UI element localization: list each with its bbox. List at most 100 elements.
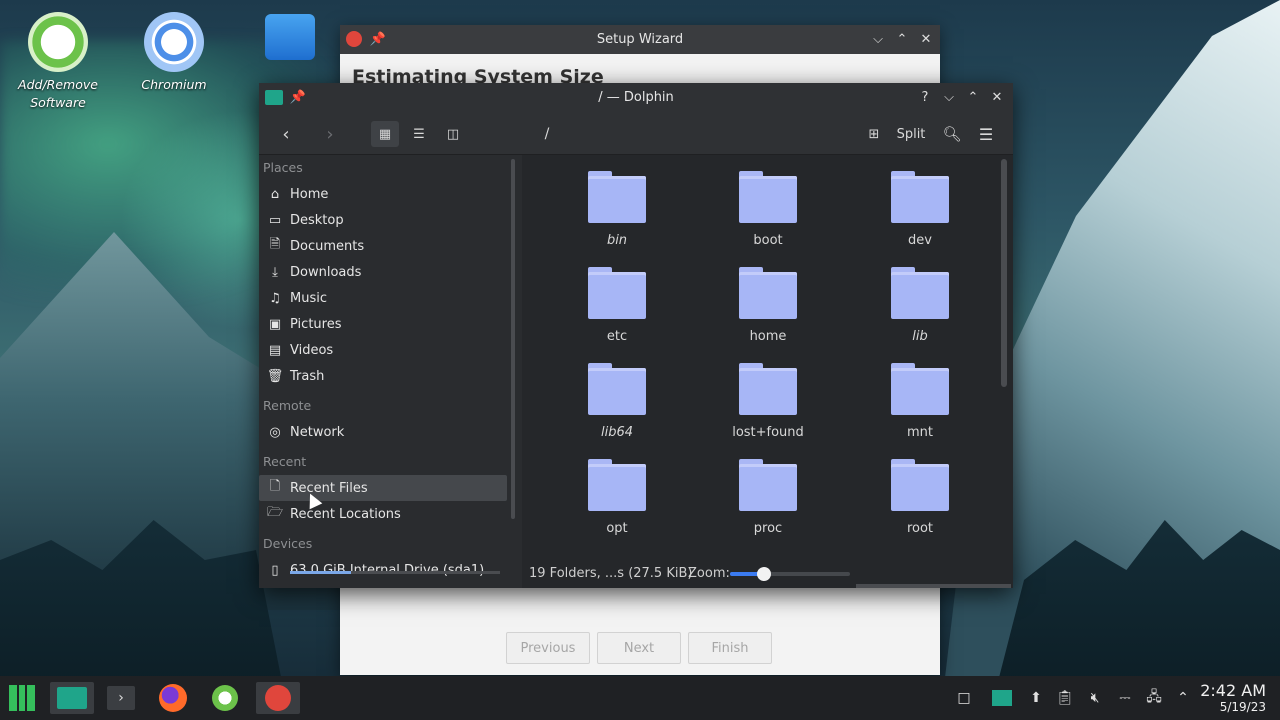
desktop-icon-add-remove-software[interactable]: Add/Remove Software — [8, 12, 108, 112]
folder-item[interactable]: proc — [708, 459, 828, 536]
dolphin-titlebar[interactable]: 📌 / — Dolphin ? ⌵ ⌃ ✕ — [259, 83, 1013, 112]
file-view-scrollbar[interactable] — [1001, 159, 1007, 387]
help-icon[interactable]: ? — [917, 89, 933, 105]
sidebar-item-trash[interactable]: 🗑︎ Trash — [259, 363, 507, 389]
next-button[interactable]: Next — [597, 632, 681, 664]
close-icon[interactable]: ✕ — [918, 31, 934, 47]
volume-muted-icon[interactable]: 🔇︎ — [1085, 688, 1105, 708]
home-icon: ⌂ — [270, 186, 280, 202]
usb-device-icon[interactable]: ⎓ — [1115, 688, 1135, 708]
document-icon: 🗎 — [269, 237, 281, 252]
folder-item[interactable]: lib64 — [557, 363, 677, 440]
compact-view-button[interactable]: ☰ — [405, 121, 433, 147]
places-panel: Places ⌂ Home ▭ Desktop 🗎 Documents ⤓ Downlo… — [259, 155, 517, 588]
remote-header: Remote — [263, 398, 312, 413]
sidebar-item-home[interactable]: ⌂ Home — [259, 181, 507, 207]
sidebar-item-music[interactable]: ♫ Music — [259, 285, 507, 311]
window-switcher-icon[interactable] — [990, 688, 1014, 708]
search-button[interactable]: 🔍︎ — [939, 121, 965, 147]
folder-item[interactable]: boot — [708, 171, 828, 248]
show-desktop-icon[interactable]: □ — [954, 688, 974, 708]
folder-item[interactable]: mnt — [860, 363, 980, 440]
icons-view-button[interactable]: ▦ — [371, 121, 399, 147]
chevron-up-icon[interactable]: ⌃ — [1173, 688, 1193, 708]
folder-name: etc — [606, 329, 628, 344]
location-path[interactable]: / — [537, 121, 557, 147]
split-button[interactable]: Split — [891, 121, 931, 147]
recent-files-icon: 🗋 — [269, 479, 281, 494]
sidebar-item-recent-locations[interactable]: 🗁 Recent Locations — [259, 501, 507, 527]
chevron-down-icon[interactable]: ⌵ — [941, 89, 957, 105]
wizard-titlebar[interactable]: 📌 Setup Wizard ⌵ ⌃ ✕ — [340, 25, 940, 54]
clock[interactable]: 2:42 AM 5/19/23 — [1200, 682, 1266, 715]
wizard-title: Setup Wizard — [596, 32, 684, 47]
chevron-up-icon[interactable]: ⌃ — [894, 31, 910, 47]
clipboard-icon[interactable]: 📋︎ — [1055, 688, 1075, 708]
desktop-icon-chromium[interactable]: Chromium — [124, 12, 224, 94]
folder-icon — [739, 363, 797, 415]
back-button[interactable]: ‹ — [273, 121, 299, 147]
chevron-down-icon[interactable]: ⌵ — [870, 31, 886, 47]
zoom-slider[interactable] — [730, 567, 850, 581]
wizard-heading: Estimating System Size — [352, 66, 604, 86]
devices-header: Devices — [263, 536, 313, 551]
folder-item[interactable]: etc — [557, 267, 677, 344]
sidebar-item-desktop[interactable]: ▭ Desktop — [259, 207, 507, 233]
new-tab-button[interactable]: ⊞ — [861, 121, 887, 147]
menu-button[interactable]: ☰ — [973, 121, 999, 147]
taskbar-terminal[interactable]: › — [104, 682, 138, 714]
folder-name: lost+found — [732, 425, 804, 440]
zoom-slider-handle[interactable] — [757, 567, 772, 581]
status-bar: 19 Folders, ...s (27.5 KiB) Zoom: — [522, 559, 1013, 588]
taskbar-firefox[interactable] — [156, 682, 190, 714]
dolphin-title: / — Dolphin — [598, 90, 674, 105]
sidebar-item-recent-files[interactable]: 🗋 Recent Files — [259, 475, 507, 501]
folder-icon — [891, 171, 949, 223]
installer-icon — [265, 685, 291, 711]
forward-button[interactable]: › — [317, 121, 343, 147]
places-header: Places — [263, 160, 303, 175]
sidebar-item-downloads[interactable]: ⤓ Downloads — [259, 259, 507, 285]
sidebar-item-label: Videos — [290, 342, 334, 358]
finish-button[interactable]: Finish — [688, 632, 772, 664]
folder-item[interactable]: bin — [557, 171, 677, 248]
details-view-button[interactable]: ◫ — [439, 121, 467, 147]
folder-item[interactable]: home — [708, 267, 828, 344]
sidebar-scrollbar[interactable] — [509, 155, 517, 588]
recent-locations-icon: 🗁 — [266, 505, 284, 520]
sidebar-item-pictures[interactable]: ▣ Pictures — [259, 311, 507, 337]
update-icon[interactable]: ⬆︎ — [1026, 688, 1046, 708]
desktop-icon-store[interactable] — [240, 14, 340, 64]
zoom-label: Zoom: — [688, 566, 730, 581]
taskbar-dolphin[interactable] — [50, 682, 94, 714]
sidebar-item-internal-drive[interactable]: ▯ 63.0 GiB Internal Drive (sda1) — [259, 557, 507, 583]
application-launcher-button[interactable] — [4, 682, 40, 714]
sidebar-item-label: Recent Locations — [290, 506, 401, 522]
folder-item[interactable]: lib — [860, 267, 980, 344]
firefox-icon — [159, 684, 187, 712]
recent-header: Recent — [263, 454, 307, 469]
chevron-left-icon: ‹ — [282, 123, 290, 145]
sidebar-item-documents[interactable]: 🗎 Documents — [259, 233, 507, 259]
chevron-up-icon[interactable]: ⌃ — [965, 89, 981, 105]
taskbar-software[interactable] — [208, 682, 242, 714]
sidebar-item-label: 63.0 GiB Internal Drive (sda1) — [290, 562, 485, 578]
folder-icon — [588, 171, 646, 223]
folder-item[interactable]: lost+found — [708, 363, 828, 440]
folder-name: bin — [606, 233, 628, 248]
store-icon — [265, 14, 315, 60]
previous-button[interactable]: Previous — [506, 632, 590, 664]
network-tray-icon[interactable]: 🖧︎ — [1144, 688, 1164, 708]
scrollbar-thumb[interactable] — [511, 159, 515, 519]
sidebar-item-network[interactable]: ◎ Network — [259, 419, 507, 445]
taskbar-setup-wizard[interactable] — [256, 682, 300, 714]
hamburger-menu-icon: ☰ — [978, 124, 994, 144]
network-icon: ◎ — [269, 424, 281, 440]
pin-icon[interactable]: 📌 — [290, 89, 306, 105]
folder-item[interactable]: root — [860, 459, 980, 536]
folder-item[interactable]: dev — [860, 171, 980, 248]
sidebar-item-label: Home — [290, 186, 329, 202]
close-icon[interactable]: ✕ — [989, 89, 1005, 105]
sidebar-item-videos[interactable]: ▤ Videos — [259, 337, 507, 363]
folder-item[interactable]: opt — [557, 459, 677, 536]
